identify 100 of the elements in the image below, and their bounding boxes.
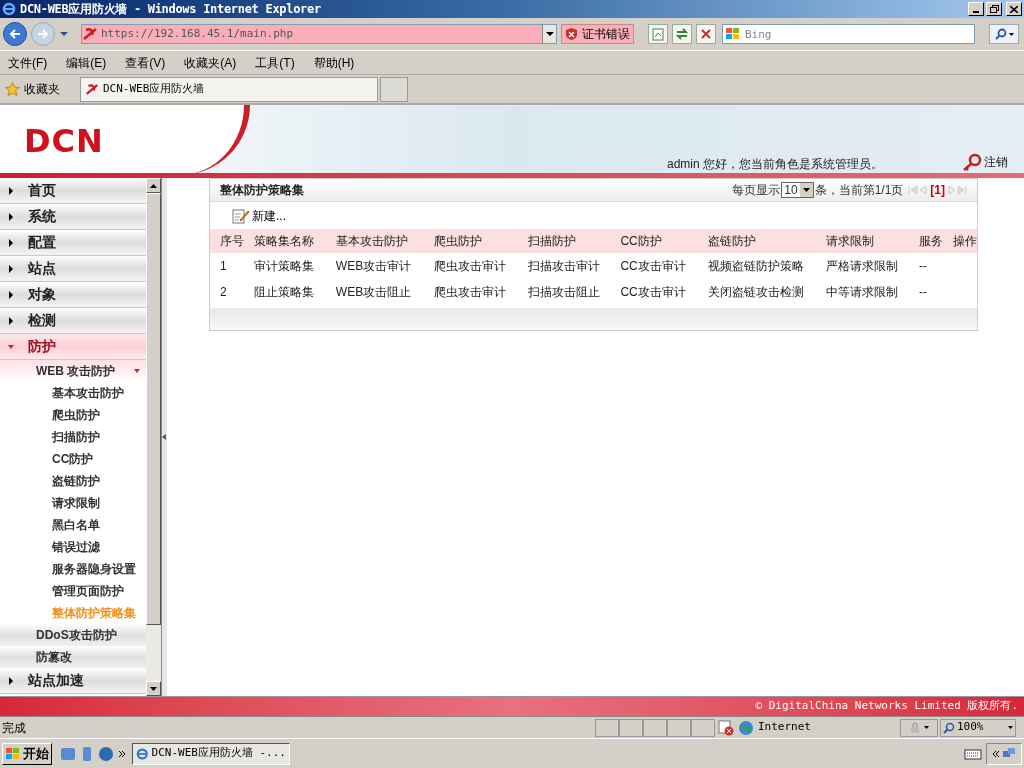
column-header: 爬虫防护 <box>423 229 518 253</box>
greeting-text: admin 您好，您当前角色是系统管理员。 <box>667 156 884 173</box>
taskbar-window-button[interactable]: DCN-WEB应用防火墙 -... <box>132 742 290 765</box>
windows-flag-icon <box>725 27 741 41</box>
sidebar-subitem[interactable]: 防篡改 <box>0 646 146 668</box>
collapse-arrow-icon[interactable] <box>162 434 166 440</box>
sidebar-subitem[interactable]: DDoS攻击防护 <box>0 624 146 646</box>
sidebar-item[interactable]: 配置 <box>0 230 146 256</box>
star-icon <box>5 82 20 96</box>
restore-icon <box>989 5 999 13</box>
table-cell-text: CC攻击审计 <box>619 284 687 301</box>
column-header: 序号 <box>210 229 244 253</box>
sidebar-item[interactable]: 防护 <box>0 334 146 360</box>
site-logo-icon <box>85 82 99 96</box>
back-arrow-icon <box>9 29 21 39</box>
search-button[interactable] <box>989 24 1019 44</box>
new-button[interactable]: 新建... <box>232 206 286 225</box>
zoom-button[interactable]: 100% <box>940 718 1016 737</box>
column-header: 服务 <box>908 229 943 253</box>
windows-flag-icon <box>5 746 21 761</box>
site-logo-icon <box>82 27 98 41</box>
scroll-down-icon[interactable] <box>150 686 157 691</box>
status-pane <box>619 718 643 737</box>
menu-item[interactable]: 帮助(H) <box>313 53 355 72</box>
table-cell-text: 阻止策略集 <box>253 284 315 301</box>
menu-item[interactable]: 编辑(E) <box>66 53 107 72</box>
page-info: 条，当前第1/1页 <box>814 182 904 199</box>
table-cell: -- <box>908 253 943 279</box>
status-pane <box>667 718 691 737</box>
address-dropdown-button[interactable] <box>542 25 556 43</box>
zoom-icon <box>943 721 955 734</box>
caret-icon <box>545 32 554 36</box>
table-cell: 视频盗链防护策略 <box>698 253 817 279</box>
menu-item[interactable]: 查看(V) <box>125 53 166 72</box>
browser-tab[interactable]: DCN-WEB应用防火墙 <box>80 76 378 102</box>
keyboard-icon[interactable] <box>964 747 982 760</box>
column-header: 请求限制 <box>816 229 909 253</box>
column-header: 操作 <box>942 229 977 253</box>
sidebar-subitem[interactable]: WEB 攻击防护 <box>0 360 146 382</box>
refresh-icon <box>675 28 689 40</box>
close-icon <box>701 29 711 39</box>
favorites-label[interactable]: 收藏夹 <box>24 80 60 98</box>
table-cell-text: 扫描攻击阻止 <box>526 284 601 301</box>
forward-arrow-icon <box>37 29 49 39</box>
menu-item[interactable]: 收藏夹(A) <box>184 53 237 72</box>
double-chevron-icon[interactable] <box>992 749 1000 758</box>
status-pane <box>643 718 667 737</box>
close-button[interactable] <box>1006 2 1022 16</box>
menu-item[interactable]: 工具(T) <box>255 53 295 72</box>
sidebar-item[interactable]: 首页 <box>0 178 146 204</box>
sidebar-item[interactable]: 检测 <box>0 308 146 334</box>
back-button[interactable] <box>3 22 27 46</box>
table-cell: WEB攻击审计 <box>325 253 424 279</box>
stop-button[interactable] <box>696 24 716 44</box>
page-size-label: 每页显示 <box>732 182 781 199</box>
certificate-error-button[interactable]: 证书错误 <box>561 24 634 44</box>
table-cell-text: 中等请求限制 <box>825 284 900 301</box>
sidebar-item[interactable]: 对象 <box>0 282 146 308</box>
caret-icon <box>1008 32 1014 36</box>
current-page[interactable]: [1] <box>930 181 945 199</box>
menu-item[interactable]: 文件(F) <box>8 53 48 72</box>
table-cell: CC攻击审计 <box>610 253 699 279</box>
column-header: 盗链防护 <box>698 229 817 253</box>
blocked-page-icon <box>718 719 734 736</box>
lock-icon <box>909 721 921 734</box>
copyright-text: © DigitalChina Networks Limited 版权所有. <box>755 698 1018 715</box>
browser-logo-icon <box>136 746 149 761</box>
dropdown-arrow-icon[interactable] <box>59 31 69 37</box>
start-button[interactable]: 开始 <box>2 742 52 765</box>
sidebar-item[interactable]: 站点加速 <box>0 668 146 694</box>
security-zone: Internet <box>758 719 812 736</box>
page-size-select[interactable]: 10 <box>781 182 814 198</box>
status-pane <box>595 718 619 737</box>
caret-icon <box>1008 726 1013 729</box>
search-icon <box>994 28 1007 40</box>
column-header: CC防护 <box>610 229 699 253</box>
chevron-icon[interactable] <box>118 749 126 758</box>
minimize-button[interactable] <box>968 2 984 16</box>
table-cell: 1 <box>210 253 244 279</box>
table-cell-text: 关闭盗链攻击检测 <box>707 284 806 301</box>
minimize-icon <box>973 11 979 13</box>
search-field[interactable]: Bing <box>722 24 975 44</box>
sidebar-item[interactable]: 站点 <box>0 256 146 282</box>
scrollbar[interactable] <box>146 178 161 696</box>
logout-link[interactable]: 注销 <box>962 153 1008 171</box>
table-cell-text: 爬虫攻击审计 <box>432 284 507 301</box>
scroll-up-icon[interactable] <box>150 183 157 188</box>
caret-icon <box>802 188 810 192</box>
globe-icon <box>738 719 754 736</box>
table-cell: 审计策略集 <box>244 253 326 279</box>
compatibility-button[interactable] <box>648 24 668 44</box>
restore-button[interactable] <box>986 2 1002 16</box>
edit-icon <box>232 207 250 224</box>
refresh-button[interactable] <box>672 24 692 44</box>
column-header: 基本攻击防护 <box>325 229 424 253</box>
address-field[interactable]: https://192.168.45.1/main.php <box>81 24 557 44</box>
splitter-handle[interactable] <box>162 178 167 696</box>
round-app-icon[interactable] <box>98 745 114 762</box>
sidebar-item[interactable]: 系统 <box>0 204 146 230</box>
window-title: DCN-WEB应用防火墙 - Windows Internet Explorer <box>20 1 321 18</box>
